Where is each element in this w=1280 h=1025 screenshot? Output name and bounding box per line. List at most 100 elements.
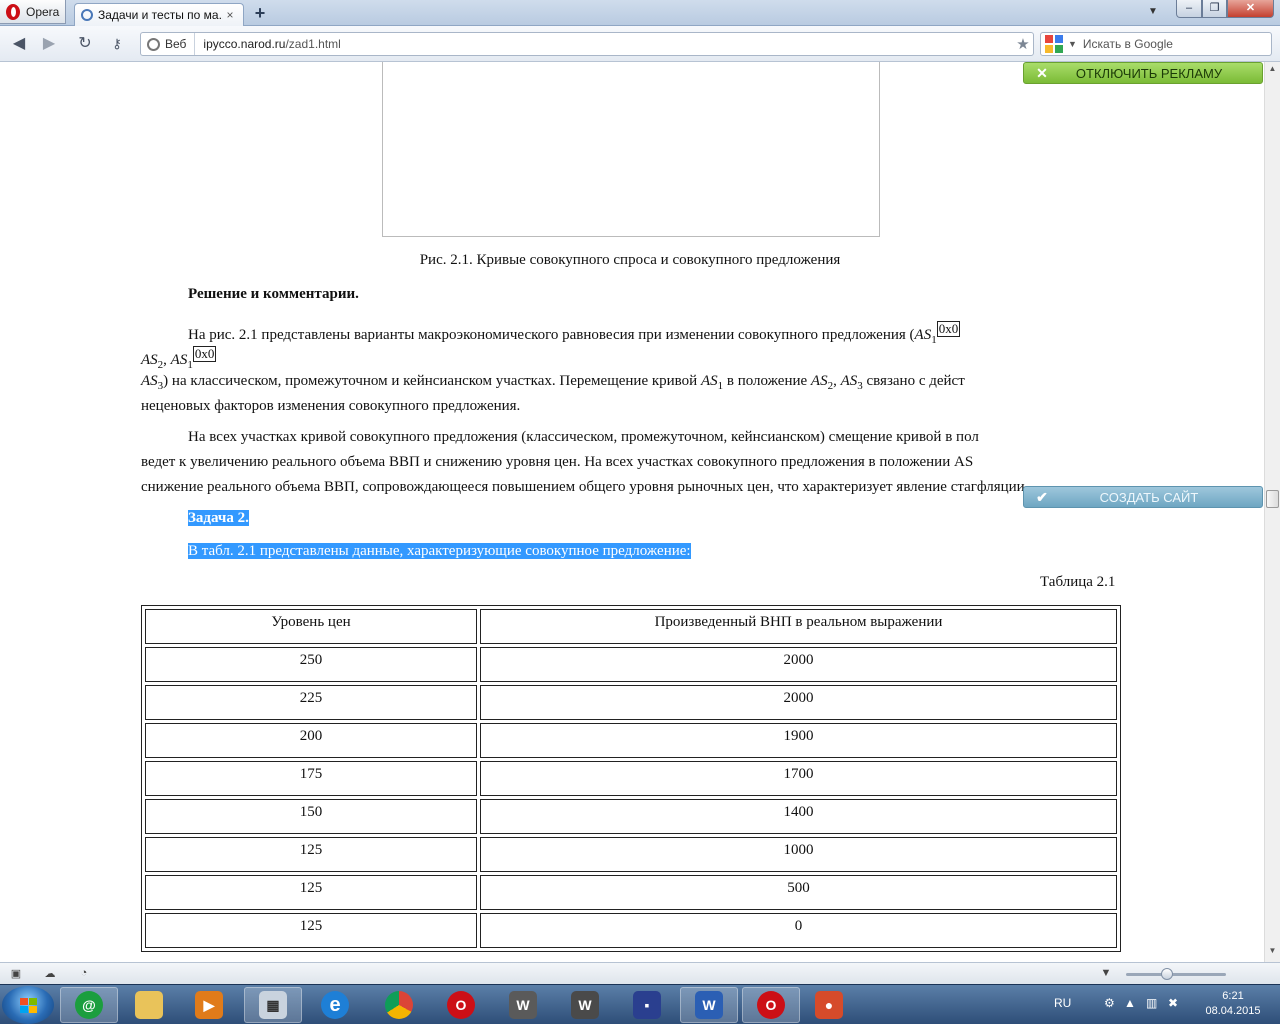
tab-bar: Opera Задачи и тесты по ма... × + ▼ – ❐ …	[0, 0, 1280, 26]
search-placeholder: Искать в Google	[1082, 37, 1173, 51]
figure-caption: Рис. 2.1. Кривые совокупного спроса и со…	[419, 252, 841, 268]
vertical-scrollbar[interactable]: ▲ ▼	[1264, 62, 1280, 962]
opera-logo-icon	[6, 3, 20, 20]
paragraph-1-line-4: неценовых факторов изменения совокупного…	[141, 398, 521, 414]
mail-agent-icon: @	[75, 991, 103, 1019]
url-host: ipycco.narod.ru	[203, 37, 286, 51]
key-icon[interactable]: ⚷	[106, 34, 128, 54]
scrollbar-thumb[interactable]	[1266, 490, 1279, 508]
paragraph-1-line-2: AS2, AS10x0	[141, 346, 217, 371]
disable-ads-button[interactable]: ✕ ОТКЛЮЧИТЬ РЕКЛАМУ	[1023, 62, 1263, 84]
panel-toggle-icon[interactable]: ▣	[8, 967, 24, 981]
taskbar-save-disk[interactable]: ▪	[618, 987, 676, 1023]
tray-expand-icon[interactable]: ▲	[1124, 996, 1136, 1010]
scroll-down-icon[interactable]: ▼	[1267, 946, 1278, 958]
clock[interactable]: 6:21 08.04.2015	[1198, 989, 1268, 1019]
search-engine-chevron-down-icon[interactable]: ▼	[1068, 39, 1077, 49]
tab-active[interactable]: Задачи и тесты по ма... ×	[74, 3, 244, 26]
taskbar-media-player[interactable]: ▶	[180, 987, 238, 1023]
clock-time: 6:21	[1222, 990, 1244, 1002]
status-bar: ▣ ☁ ◔ ▼	[0, 962, 1280, 984]
create-site-button[interactable]: ✔ СОЗДАТЬ САЙТ	[1023, 486, 1263, 508]
taskbar-world-of-tanks[interactable]: W	[494, 987, 552, 1023]
system-tray: RU ⚙ ▲ ▥ ✖ 6:21 08.04.2015	[1048, 985, 1280, 1025]
tank-game-icon: W	[571, 991, 599, 1019]
zoom-slider-knob[interactable]	[1161, 968, 1173, 980]
table-cell: 0	[480, 913, 1117, 948]
table-cell: 125	[145, 837, 477, 872]
new-tab-button[interactable]: +	[250, 4, 270, 22]
word-document-icon: W	[695, 991, 723, 1019]
opera-menu-button[interactable]: Opera	[0, 0, 66, 24]
table-cell: 225	[145, 685, 477, 720]
opera-unite-cloud-icon[interactable]: ☁	[42, 967, 58, 981]
table-cell: 250	[145, 647, 477, 682]
task-text: В табл. 2.1 представлены данные, характе…	[188, 543, 691, 559]
media-play-icon: ▶	[195, 991, 223, 1019]
missing-image-box: 0x0	[192, 346, 217, 362]
table-title: Таблица 2.1	[1040, 574, 1116, 590]
language-indicator[interactable]: RU	[1054, 996, 1071, 1010]
table-cell: 200	[145, 723, 477, 758]
table-header-row: Уровень цен Произведенный ВНП в реальном …	[145, 609, 1117, 644]
paragraph-2-line-3: снижение реального объема ВВП, сопровожд…	[141, 479, 1025, 495]
google-icon[interactable]	[1044, 34, 1064, 54]
taskbar-calculator[interactable]: ▦	[244, 987, 302, 1023]
taskbar-word[interactable]: W	[680, 987, 738, 1023]
taskbar-opera-pinned[interactable]: O	[432, 987, 490, 1023]
table-cell: 150	[145, 799, 477, 834]
window-maximize-button[interactable]: ❐	[1202, 0, 1227, 18]
taskbar-mail-agent[interactable]: @	[60, 987, 118, 1023]
search-field[interactable]: ▼ Искать в Google	[1040, 32, 1272, 56]
table-header-cell: Уровень цен	[145, 609, 477, 644]
table-row: 175 1700	[145, 761, 1117, 796]
table-cell: 175	[145, 761, 477, 796]
tab-list-chevron-down-icon[interactable]: ▼	[1148, 6, 1158, 17]
zoom-slider[interactable]	[1126, 973, 1226, 976]
taskbar-opera-active[interactable]: O	[742, 987, 800, 1023]
table-row: 200 1900	[145, 723, 1117, 758]
network-icon[interactable]: ▥	[1146, 996, 1157, 1010]
taskbar-screen-recorder[interactable]: ●	[800, 987, 858, 1023]
scroll-up-icon[interactable]: ▲	[1267, 64, 1278, 76]
view-chevron-down-icon[interactable]: ▼	[1098, 967, 1114, 981]
volume-muted-icon[interactable]: ✖	[1168, 996, 1178, 1010]
table-cell: 1700	[480, 761, 1117, 796]
opera-menu-label: Opera	[26, 4, 60, 19]
turbo-gauge-icon[interactable]: ◔	[76, 967, 92, 981]
paragraph-2-line-1: На всех участках кривой совокупного пред…	[188, 429, 979, 445]
table-cell: 1400	[480, 799, 1117, 834]
web-badge[interactable]: Веб	[141, 33, 196, 55]
bookmark-star-icon[interactable]: ★	[1013, 35, 1033, 53]
taskbar-world-of-tanks-2[interactable]: W	[556, 987, 614, 1023]
table-row: 150 1400	[145, 799, 1117, 834]
address-bar[interactable]: Веб ipycco.narod.ru/zad1.html ★	[140, 32, 1034, 56]
site-favicon-icon	[81, 9, 93, 21]
forward-arrow-icon[interactable]: ▶	[38, 34, 60, 54]
tab-title: Задачи и тесты по ма...	[98, 8, 223, 22]
table-row: 125 0	[145, 913, 1117, 948]
table-header-cell: Произведенный ВНП в реальном выражении	[480, 609, 1117, 644]
checkmark-icon: ✔	[1036, 488, 1048, 505]
url-text[interactable]: ipycco.narod.ru/zad1.html	[195, 37, 1013, 51]
paragraph-1-line-1: На рис. 2.1 представлены варианты макроэ…	[188, 321, 961, 346]
tab-close-icon[interactable]: ×	[223, 8, 237, 22]
disable-ads-label: ОТКЛЮЧИТЬ РЕКЛАМУ	[1075, 65, 1223, 81]
table-cell: 2000	[480, 685, 1117, 720]
chrome-icon	[385, 991, 413, 1019]
recorder-icon: ●	[815, 991, 843, 1019]
close-icon: ✕	[1036, 64, 1048, 81]
window-close-button[interactable]: ✕	[1227, 0, 1274, 18]
back-arrow-icon[interactable]: ◀	[8, 34, 30, 54]
window-minimize-button[interactable]: –	[1176, 0, 1202, 18]
folder-icon	[135, 991, 163, 1019]
table-row: 125 500	[145, 875, 1117, 910]
taskbar-explorer[interactable]	[120, 987, 178, 1023]
table-cell: 1900	[480, 723, 1117, 758]
tray-settings-icon[interactable]: ⚙	[1104, 996, 1115, 1010]
tank-game-icon: W	[509, 991, 537, 1019]
taskbar-internet-explorer[interactable]: e	[306, 987, 364, 1023]
reload-icon[interactable]: ↻	[74, 34, 96, 54]
start-button[interactable]	[2, 986, 54, 1024]
taskbar-chrome[interactable]	[370, 987, 428, 1023]
